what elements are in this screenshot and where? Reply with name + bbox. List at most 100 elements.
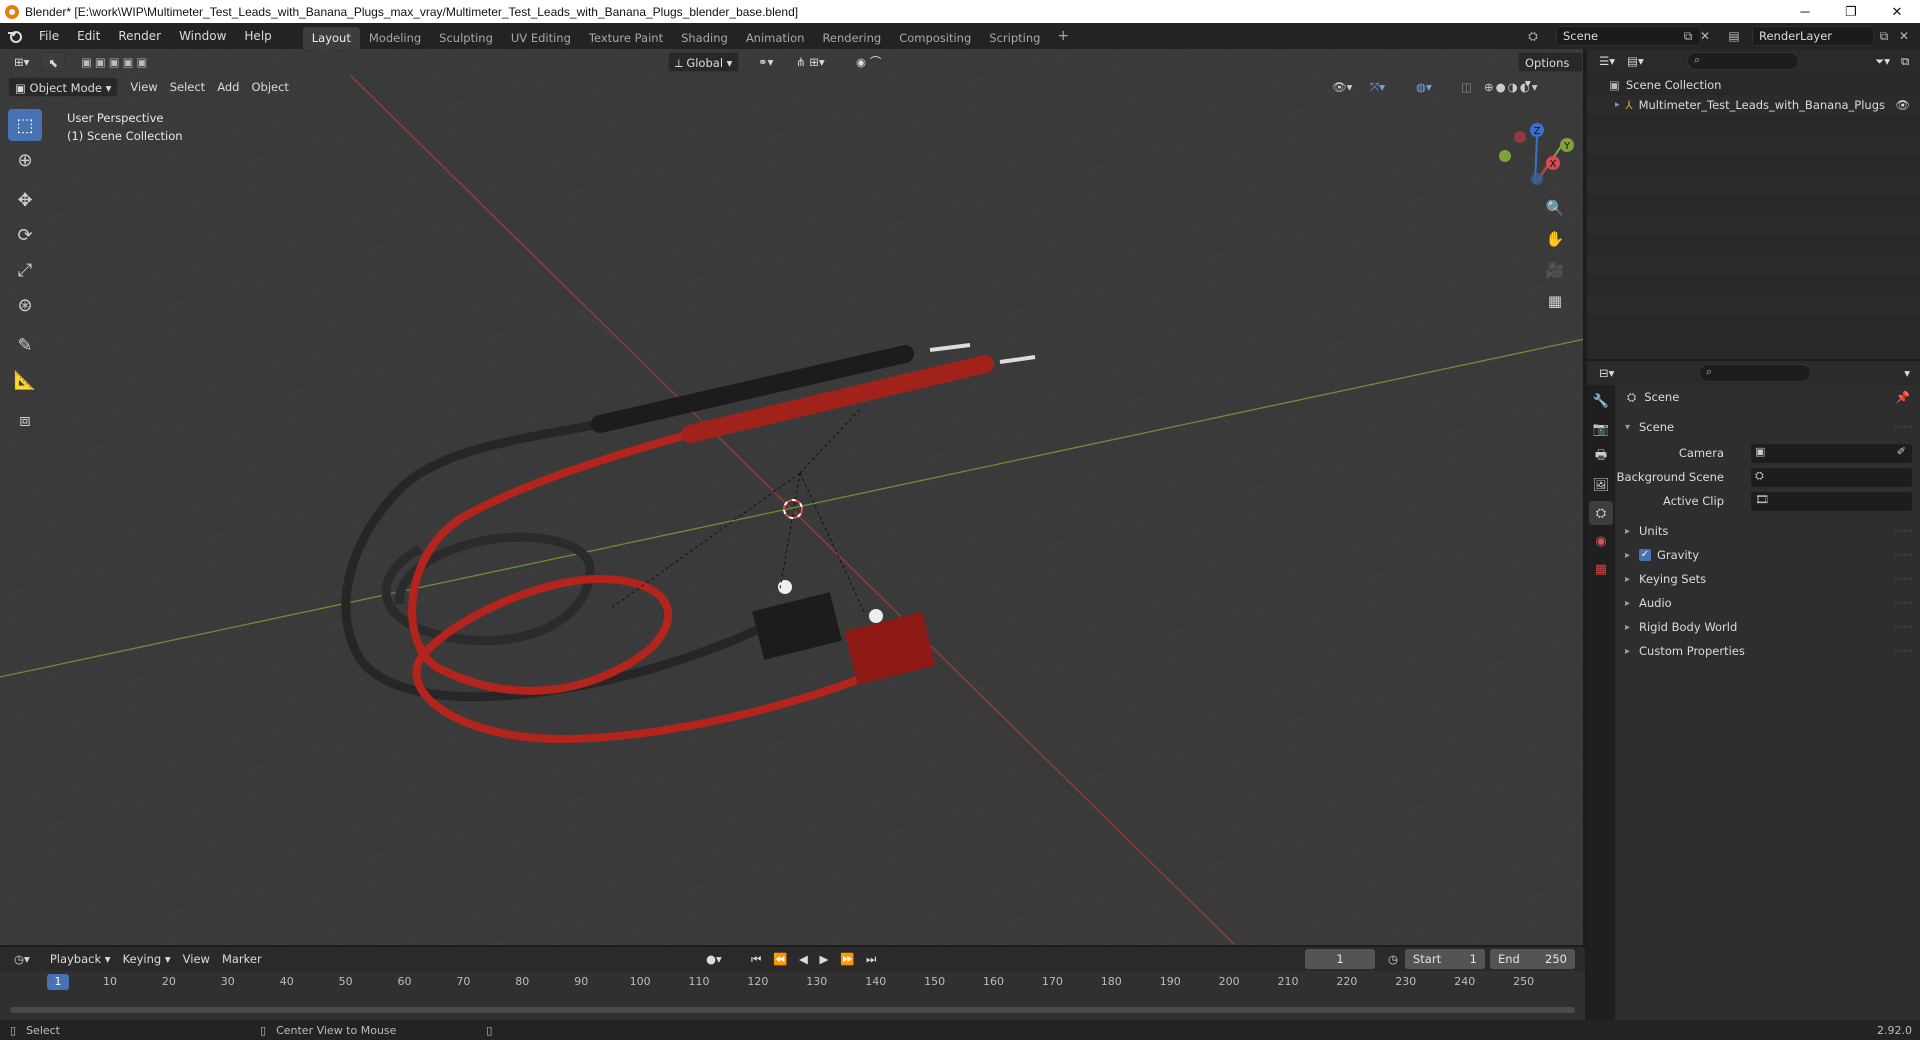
panel-scene[interactable]: Scene ⋯⋯	[1617, 415, 1920, 439]
properties-options-icon[interactable]: ▾	[1898, 363, 1916, 383]
measure-tool-icon[interactable]: 📐	[8, 364, 42, 396]
panel-units[interactable]: Units⋯⋯	[1617, 519, 1920, 543]
timeline-scrollbar[interactable]	[10, 1007, 1575, 1013]
select-box-tool-icon[interactable]: ⬚	[8, 109, 42, 141]
texture-tab-icon[interactable]: ▦	[1589, 557, 1613, 581]
properties-editor-type-icon[interactable]: ⊟▾	[1593, 363, 1620, 383]
panel-gravity[interactable]: ✓ Gravity⋯⋯	[1617, 543, 1920, 567]
transform-orientation-dropdown[interactable]: ⟂ Global ▾	[668, 52, 740, 72]
timeline-editor-type-icon[interactable]: ◷▾	[8, 949, 36, 969]
close-button[interactable]: ✕	[1874, 0, 1920, 23]
panel-keying-sets[interactable]: Keying Sets⋯⋯	[1617, 567, 1920, 591]
3d-viewport[interactable]: Z Y X ⊞▾ ⬉ ▣▣▣▣▣ ⟂ Global ▾ ⚭▾ ⋔ ⊞▾ ◉ ⌒ …	[0, 49, 1585, 945]
view-layer-tab-icon[interactable]: 🖼	[1589, 473, 1613, 497]
delete-view-layer-icon[interactable]: ✕	[1896, 28, 1912, 44]
filter-icon[interactable]: ⏷▾	[1869, 51, 1896, 71]
panel-audio[interactable]: Audio⋯⋯	[1617, 591, 1920, 615]
display-mode-icon[interactable]: ▤▾	[1621, 51, 1650, 71]
pin-icon[interactable]: 📌	[1896, 390, 1910, 404]
menu-keying[interactable]: Keying ▾	[117, 949, 177, 969]
camera-view-icon[interactable]: 🎥	[1541, 256, 1569, 284]
menu-window[interactable]: Window	[170, 23, 235, 49]
tab-sculpting[interactable]: Sculpting	[430, 27, 502, 49]
timeline-menu-view[interactable]: View	[177, 949, 216, 969]
playback-controls[interactable]: ⏮ ⏪ ◀ ▶ ⏩ ⏭	[745, 949, 886, 969]
tab-scripting[interactable]: Scripting	[980, 27, 1049, 49]
menu-object[interactable]: Object	[245, 77, 294, 97]
maximize-button[interactable]: ❐	[1828, 0, 1874, 23]
tab-shading[interactable]: Shading	[672, 27, 737, 49]
end-frame-field[interactable]: End 250	[1490, 949, 1575, 969]
outliner-editor-type-icon[interactable]: ☰▾	[1593, 51, 1621, 71]
preview-range-icon[interactable]: ◷	[1382, 949, 1404, 969]
editor-type-icon[interactable]: ⊞▾	[8, 52, 35, 72]
scale-tool-icon[interactable]: ⤢	[8, 254, 42, 286]
add-workspace-button[interactable]: +	[1049, 28, 1077, 44]
properties-search-input[interactable]: ⌕	[1699, 364, 1811, 382]
outliner-search-input[interactable]: ⌕	[1687, 52, 1799, 70]
zoom-icon[interactable]: 🔍	[1541, 194, 1569, 222]
tab-layout[interactable]: Layout	[302, 27, 360, 49]
auto-keying-icon[interactable]: ●▾	[700, 949, 728, 969]
add-cube-tool-icon[interactable]: ⧈	[8, 404, 42, 436]
menu-select[interactable]: Select	[164, 77, 211, 97]
current-frame-field[interactable]: 1	[1305, 949, 1375, 969]
eyedropper-icon[interactable]: ✐	[1897, 445, 1906, 458]
ortho-grid-icon[interactable]: ▦	[1541, 287, 1569, 315]
tool-tab-icon[interactable]: 🔧	[1589, 389, 1613, 413]
view-layer-field[interactable]: RenderLayer	[1752, 26, 1874, 46]
transform-tool-icon[interactable]: ⊛	[8, 289, 42, 321]
eye-visibility-icon[interactable]: 👁	[1895, 98, 1910, 112]
blender-menu-icon[interactable]	[0, 23, 30, 49]
panel-custom-properties[interactable]: Custom Properties⋯⋯	[1617, 639, 1920, 663]
timeline-ruler[interactable]: 1 10 20 30 40 50 60 70 80 90 100 110 120 130 140 150 16…	[0, 971, 1585, 995]
gravity-checkbox[interactable]: ✓	[1639, 549, 1651, 561]
scene-selector-icon[interactable]: ⛭	[1525, 28, 1541, 44]
pan-hand-icon[interactable]: ✋	[1541, 225, 1569, 253]
select-tool-icon[interactable]: ⬉	[41, 52, 66, 72]
tab-modeling[interactable]: Modeling	[360, 27, 430, 49]
proportional-editing-icon[interactable]: ◉ ⌒	[850, 52, 887, 72]
snap-icon[interactable]: ⋔ ⊞▾	[790, 52, 831, 72]
tab-compositing[interactable]: Compositing	[890, 27, 980, 49]
camera-field[interactable]: ▣ ✐	[1751, 443, 1912, 463]
delete-scene-icon[interactable]: ✕	[1697, 28, 1713, 44]
output-tab-icon[interactable]: 🖶	[1589, 445, 1613, 469]
expand-arrow-icon[interactable]: ▸	[1615, 100, 1620, 110]
rotate-tool-icon[interactable]: ⟳	[8, 219, 42, 251]
gizmo-toggle-icon[interactable]: ⤧▾	[1364, 77, 1391, 97]
new-view-layer-icon[interactable]: ⧉	[1876, 28, 1892, 44]
menu-add[interactable]: Add	[211, 77, 245, 97]
cursor-tool-icon[interactable]: ⊕	[8, 144, 42, 176]
menu-playback[interactable]: Playback ▾	[44, 949, 117, 969]
move-tool-icon[interactable]: ✥	[8, 184, 42, 216]
menu-edit[interactable]: Edit	[68, 23, 109, 49]
active-clip-field[interactable]: 🎞	[1751, 491, 1912, 511]
minimize-button[interactable]: ─	[1782, 0, 1828, 23]
overlays-toggle-icon[interactable]: ◍▾	[1410, 77, 1438, 97]
menu-view[interactable]: View	[124, 77, 163, 97]
render-tab-icon[interactable]: 📷	[1589, 417, 1613, 441]
new-scene-icon[interactable]: ⧉	[1680, 28, 1696, 44]
background-scene-field[interactable]: ⛭	[1751, 467, 1912, 487]
current-frame-indicator[interactable]: 1	[47, 974, 69, 990]
start-frame-field[interactable]: Start 1	[1405, 949, 1485, 969]
menu-file[interactable]: File	[30, 23, 68, 49]
menu-render[interactable]: Render	[109, 23, 170, 49]
outliner-row-scene-collection[interactable]: ▣ Scene Collection	[1587, 75, 1920, 95]
shading-mode-icons[interactable]: ⊕●◑◐▾	[1478, 77, 1546, 97]
visibility-icon[interactable]: 👁▾	[1326, 77, 1358, 97]
outliner-row-object[interactable]: ▸ ⅄ Multimeter_Test_Leads_with_Banana_Pl…	[1587, 95, 1920, 115]
menu-marker[interactable]: Marker	[216, 949, 268, 969]
scene-tab-icon[interactable]: ⛭	[1589, 501, 1613, 525]
menu-help[interactable]: Help	[235, 23, 280, 49]
view-layer-selector-icon[interactable]: ▤	[1726, 28, 1742, 44]
tab-rendering[interactable]: Rendering	[813, 27, 890, 49]
object-mode-dropdown[interactable]: ▣ Object Mode ▾	[8, 77, 119, 97]
world-tab-icon[interactable]: ◉	[1589, 529, 1613, 553]
tab-animation[interactable]: Animation	[737, 27, 814, 49]
options-dropdown[interactable]: Options ▾	[1518, 52, 1583, 90]
panel-rigid-body-world[interactable]: Rigid Body World⋯⋯	[1617, 615, 1920, 639]
tab-uv-editing[interactable]: UV Editing	[502, 27, 580, 49]
selection-mode-icons[interactable]: ▣▣▣▣▣	[75, 52, 156, 72]
